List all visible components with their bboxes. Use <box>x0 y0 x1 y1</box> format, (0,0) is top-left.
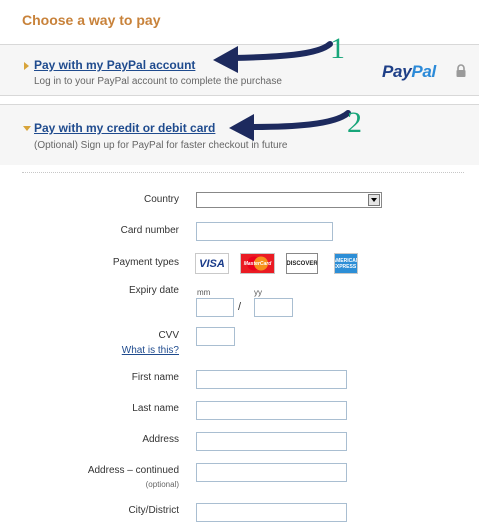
annotation-overlay: 1 2 <box>213 32 362 141</box>
annotation-number-2: 2 <box>347 106 362 139</box>
annotation-number-1: 1 <box>330 32 345 65</box>
annotation-arrow-1 <box>213 41 333 73</box>
annotation-arrow-2 <box>229 110 351 141</box>
